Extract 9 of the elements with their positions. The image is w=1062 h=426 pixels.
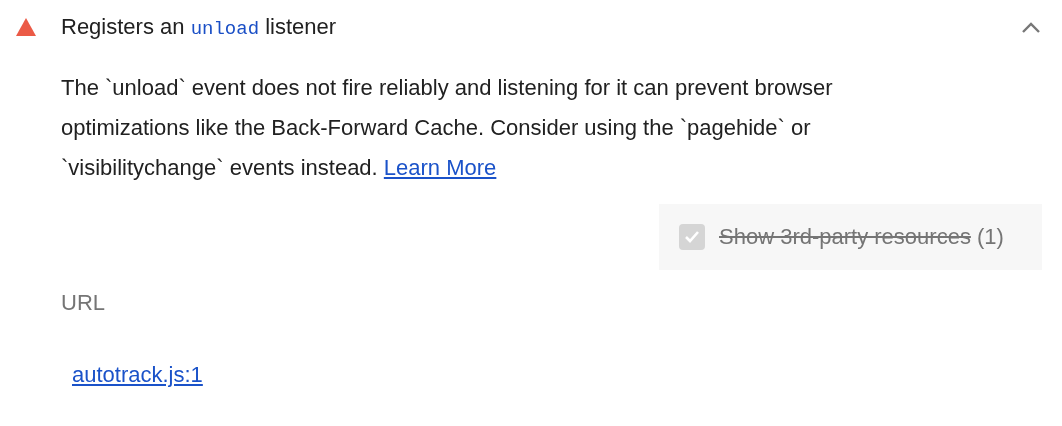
resource-count: (1) <box>976 224 1004 250</box>
audit-title: Registers an unload listener <box>61 14 338 40</box>
learn-more-link[interactable]: Learn More <box>383 155 497 180</box>
checkmark-icon <box>684 230 700 244</box>
checkbox-label: Show 3rd-party resources <box>719 224 971 250</box>
audit-description: The `unload` event does not fire reliably and listening for it can prevent browser optimizations like the Back-Forward Cache. Consider using the `pagehide` or `visibilitychange` events instead. Learn More <box>61 74 834 182</box>
chevron-icon[interactable] <box>1022 21 1040 33</box>
url-link[interactable]: autotrack.js:1 <box>72 362 203 387</box>
column-header: URL <box>61 290 106 317</box>
